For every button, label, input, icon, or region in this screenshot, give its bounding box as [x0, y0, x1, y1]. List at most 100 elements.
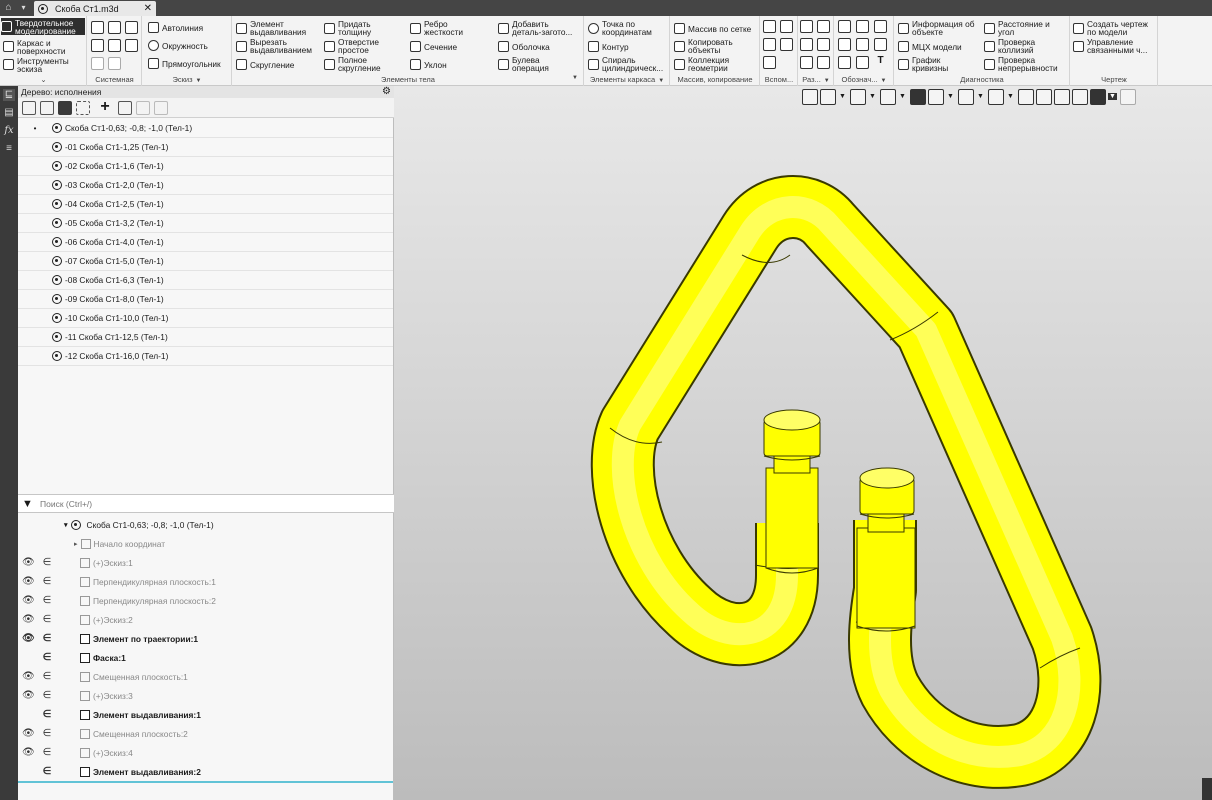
tab-menu-chevron-icon[interactable]: ▾ [17, 1, 30, 15]
spiral-button[interactable]: Спираль цилиндрическ... [588, 56, 668, 72]
open-folder-icon[interactable] [108, 21, 121, 34]
tree-item[interactable]: ∈ Фаска:1 [18, 648, 393, 667]
hatch-icon[interactable] [856, 56, 869, 69]
body-section-dropdown-icon[interactable]: ▼ [572, 75, 578, 81]
mark-icon[interactable] [856, 38, 869, 51]
variant-row[interactable]: -01 Скоба Ст1-1,25 (Тел-1) [18, 138, 393, 157]
autoline-button[interactable]: Автолиния [148, 22, 203, 33]
curvature-plot-button[interactable]: График кривизны [898, 56, 952, 72]
tree-item[interactable]: ▸ Начало координат [18, 534, 393, 553]
variant-row[interactable]: -09 Скоба Ст1-8,0 (Тел-1) [18, 290, 393, 309]
aux-point-icon[interactable] [780, 38, 793, 51]
variants-view-icon[interactable] [58, 101, 72, 115]
roughness-icon[interactable] [838, 20, 851, 33]
tree-structure-icon[interactable] [22, 101, 36, 115]
add-blank-button[interactable]: Добавить деталь-загото... [498, 20, 580, 36]
dimension-auto-icon[interactable] [800, 56, 813, 69]
visibility-eye-icon[interactable]: 👁 [22, 690, 35, 701]
visibility-eye-icon[interactable]: 👁 [22, 633, 35, 644]
undo-icon[interactable] [91, 57, 104, 70]
tree-item[interactable]: 👁 ∈ Элемент по траектории:1 [18, 629, 393, 648]
properties-panel-icon[interactable]: ▤ [3, 107, 15, 119]
tree-item[interactable]: 👁 ∈ (+)Эскиз:4 [18, 743, 393, 762]
expand-chevron-icon[interactable]: ▾ [64, 521, 68, 529]
preview-icon[interactable] [108, 39, 121, 52]
filter-icon[interactable]: ▼ [22, 498, 33, 510]
point-by-coords-button[interactable]: Точка по координатам [588, 20, 666, 36]
boolean-button[interactable]: Булева операция [498, 56, 560, 72]
tree-item[interactable]: 👁 ∈ (+)Эскиз:1 [18, 553, 393, 572]
select-filter-icon[interactable] [76, 101, 90, 115]
tree-item[interactable]: 👁 ∈ Смещенная плоскость:1 [18, 667, 393, 686]
extrude-button[interactable]: Элемент выдавливания [236, 20, 310, 36]
continuity-check-button[interactable]: Проверка непрерывности [984, 56, 1068, 72]
visibility-eye-icon[interactable]: 👁 [22, 576, 35, 587]
aux-axis-icon[interactable] [780, 20, 793, 33]
draft-button[interactable]: Уклон [410, 59, 447, 70]
variant-table-icon[interactable] [118, 101, 132, 115]
variant-row[interactable]: -12 Скоба Ст1-16,0 (Тел-1) [18, 347, 393, 366]
shell-button[interactable]: Оболочка [498, 41, 550, 52]
layers-panel-icon[interactable]: ≡ [3, 143, 15, 155]
cut-extrude-button[interactable]: Вырезать выдавливанием [236, 38, 316, 54]
save-icon[interactable] [125, 21, 138, 34]
variant-row[interactable]: -03 Скоба Ст1-2,0 (Тел-1) [18, 176, 393, 195]
text-icon[interactable]: T [874, 56, 887, 69]
variant-row[interactable]: -05 Скоба Ст1-3,2 (Тел-1) [18, 214, 393, 233]
aux-plane-icon[interactable] [763, 20, 776, 33]
section-button[interactable]: Сечение [410, 41, 457, 52]
3d-viewport[interactable]: ▼ ▼ ▼ ▼ ▼ ▼ ▼ [394, 86, 1212, 800]
close-tab-icon[interactable]: ✕ [144, 3, 152, 14]
copy-objects-button[interactable]: Копировать объекты [674, 38, 742, 54]
mode-sketch-tools[interactable]: Инструменты эскиза [3, 56, 85, 73]
tree-item[interactable]: 👁 ∈ Смещенная плоскость:2 [18, 724, 393, 743]
tree-item[interactable]: 👁 ∈ Перпендикулярная плоскость:2 [18, 591, 393, 610]
gear-icon[interactable]: ⚙ [382, 86, 391, 98]
visibility-eye-icon[interactable]: 👁 [22, 728, 35, 739]
aux-line-icon[interactable] [763, 56, 776, 69]
notes-dropdown-icon[interactable]: ▼ [881, 78, 887, 84]
visibility-eye-icon[interactable]: 👁 [22, 671, 35, 682]
tolerance-icon[interactable] [838, 38, 851, 51]
rectangle-button[interactable]: Прямоугольник [148, 58, 221, 69]
tree-item[interactable]: 👁 ∈ (+)Эскиз:2 [18, 610, 393, 629]
variant-row[interactable]: -08 Скоба Ст1-6,3 (Тел-1) [18, 271, 393, 290]
dimension-angle-icon[interactable] [800, 38, 813, 51]
home-icon[interactable]: ⌂ [1, 1, 16, 15]
aux-offset-icon[interactable] [763, 38, 776, 51]
grid-array-button[interactable]: Массив по сетке [674, 23, 751, 34]
visibility-eye-icon[interactable]: 👁 [22, 747, 35, 758]
tree-root-row[interactable]: ▾ Скоба Ст1-0,63; -0,8; -1,0 (Тел-1) [18, 515, 393, 534]
variant-row[interactable]: • Скоба Ст1-0,63; -0,8; -1,0 (Тел-1) [18, 119, 393, 138]
sizes-dropdown-icon[interactable]: ▼ [824, 78, 830, 84]
base-icon[interactable] [874, 20, 887, 33]
viewport-corner-widget[interactable] [1202, 778, 1212, 800]
contour-button[interactable]: Контур [588, 41, 629, 52]
tree-item[interactable]: 👁 ∈ (+)Эскиз:3 [18, 686, 393, 705]
variables-fx-icon[interactable]: fx [3, 125, 15, 137]
variant-row[interactable]: -06 Скоба Ст1-4,0 (Тел-1) [18, 233, 393, 252]
print-icon[interactable] [91, 39, 104, 52]
sketch-section-dropdown-icon[interactable]: ▼ [196, 78, 202, 84]
expand-chevron-icon[interactable]: ▸ [74, 540, 78, 548]
mode-collapse-chevron-icon[interactable]: ⌄ [0, 75, 87, 85]
tree-sort-icon[interactable] [40, 101, 54, 115]
variant-row[interactable]: -07 Скоба Ст1-5,0 (Тел-1) [18, 252, 393, 271]
dimension-linear-icon[interactable] [800, 20, 813, 33]
visibility-eye-icon[interactable]: 👁 [22, 557, 35, 568]
fillet-button[interactable]: Скругление [236, 59, 294, 70]
object-info-button[interactable]: Информация об объекте [898, 20, 980, 36]
thicken-button[interactable]: Придать толщину [324, 20, 386, 36]
delete-icon[interactable] [154, 101, 168, 115]
tree-item[interactable]: ∈ Элемент выдавливания:1 [18, 705, 393, 724]
tree-panel-icon[interactable]: ⊑ [3, 89, 15, 101]
wire-section-dropdown-icon[interactable]: ▼ [658, 78, 664, 84]
redo-icon[interactable] [108, 57, 121, 70]
mode-solid-modeling[interactable]: Твердотельное моделирование [1, 18, 85, 35]
dimension-radial-icon[interactable] [817, 20, 830, 33]
variant-save-icon[interactable] [136, 101, 150, 115]
leader-icon[interactable] [856, 20, 869, 33]
create-drawing-button[interactable]: Создать чертеж по модели [1073, 20, 1155, 36]
document-tab[interactable]: Скоба Ст1.m3d ✕ [34, 1, 156, 16]
variant-row[interactable]: -10 Скоба Ст1-10,0 (Тел-1) [18, 309, 393, 328]
